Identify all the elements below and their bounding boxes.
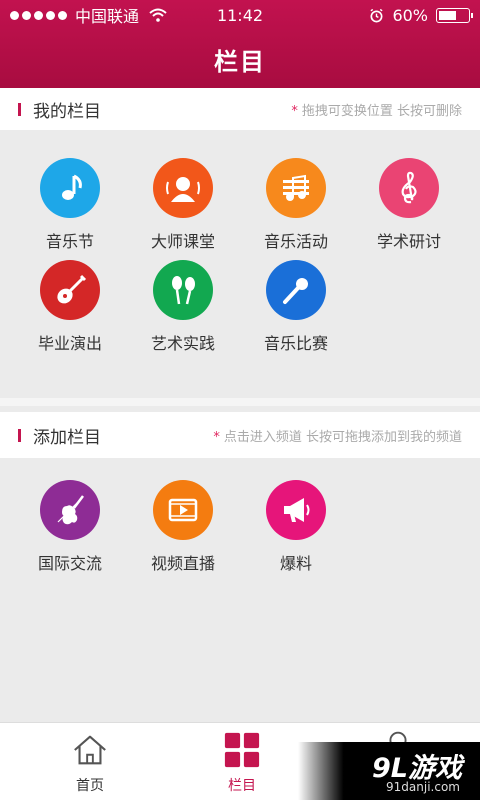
column-item-label: 爆料: [279, 554, 312, 573]
guitar-icon: [57, 274, 87, 304]
column-item-badge: [40, 480, 100, 540]
grid-icon: [224, 732, 260, 768]
column-item-badge: [379, 158, 439, 218]
clock: 11:42: [216, 6, 264, 25]
microphone-icon: [283, 278, 308, 304]
section-accent-bar: [18, 428, 21, 442]
watermark: 9L游戏 91danji.com: [298, 742, 480, 800]
my-columns-grid: 音乐节 大师课堂 音乐活动 学术研讨毕业演出 艺术实践 音乐比赛: [0, 130, 480, 398]
megaphone-icon: [284, 498, 310, 522]
battery-icon: [436, 7, 473, 23]
column-item-violin[interactable]: 国际交流: [15, 480, 125, 574]
treble-clef-icon: [401, 171, 417, 204]
my-columns-hint: * 拖拽可变换位置 长按可删除: [291, 103, 462, 119]
column-item-treble-clef[interactable]: 学术研讨: [354, 158, 464, 252]
home-icon: [74, 735, 106, 765]
column-item-label: 音乐活动: [263, 232, 328, 251]
column-item-label: 音乐节: [45, 232, 94, 251]
add-columns-header: 添加栏目 * 点击进入频道 长按可拖拽添加到我的频道: [0, 412, 480, 458]
tab-home-label: 首页: [76, 778, 104, 794]
column-item-badge: [153, 158, 213, 218]
column-item-maracas[interactable]: 艺术实践: [128, 260, 238, 354]
my-columns-header: 我的栏目 * 拖拽可变换位置 长按可删除: [0, 88, 480, 130]
column-item-music-activity[interactable]: 音乐活动: [241, 158, 351, 252]
section-separator: [0, 398, 480, 406]
add-columns-grid: 国际交流 视频直播 爆料: [0, 466, 480, 716]
top-bar: 中国联通 11:42 60% 栏目: [0, 0, 480, 88]
add-columns-hint: * 点击进入频道 长按可拖拽添加到我的频道: [213, 429, 462, 445]
tab-columns[interactable]: 栏目: [192, 731, 292, 795]
tab-columns-label: 栏目: [228, 778, 256, 794]
column-item-badge: [266, 158, 326, 218]
column-item-badge: [153, 480, 213, 540]
tab-home[interactable]: 首页: [40, 731, 140, 795]
maracas-icon: [172, 276, 195, 305]
column-item-teacher[interactable]: 大师课堂: [128, 158, 238, 252]
video-play-icon: [168, 498, 198, 522]
column-item-music-note[interactable]: 音乐节: [15, 158, 125, 252]
column-item-badge: [40, 158, 100, 218]
column-item-label: 国际交流: [37, 554, 102, 573]
section-accent-bar: [18, 102, 21, 116]
music-note-icon: [62, 174, 82, 200]
column-item-label: 学术研讨: [376, 232, 441, 251]
page-title: 栏目: [214, 48, 266, 76]
column-item-label: 视频直播: [150, 554, 215, 573]
column-item-guitar[interactable]: 毕业演出: [15, 260, 125, 354]
column-item-label: 艺术实践: [150, 334, 215, 353]
teacher-icon: [166, 177, 200, 202]
column-item-badge: [40, 260, 100, 320]
column-item-badge: [266, 480, 326, 540]
status-bar: 中国联通 11:42 60%: [0, 0, 480, 30]
column-item-megaphone[interactable]: 爆料: [241, 480, 351, 574]
column-item-label: 毕业演出: [37, 334, 102, 353]
violin-icon: [57, 495, 84, 525]
music-activity-icon: [283, 174, 309, 201]
column-item-badge: [153, 260, 213, 320]
column-item-badge: [266, 260, 326, 320]
column-item-label: 音乐比赛: [263, 334, 328, 353]
column-item-video-play[interactable]: 视频直播: [128, 480, 238, 574]
battery-level: [439, 10, 456, 20]
column-item-label: 大师课堂: [150, 232, 215, 251]
add-columns-title: 添加栏目: [33, 427, 101, 448]
my-columns-title: 我的栏目: [33, 101, 101, 122]
watermark-url: 91danji.com: [386, 780, 460, 794]
column-item-microphone[interactable]: 音乐比赛: [241, 260, 351, 354]
